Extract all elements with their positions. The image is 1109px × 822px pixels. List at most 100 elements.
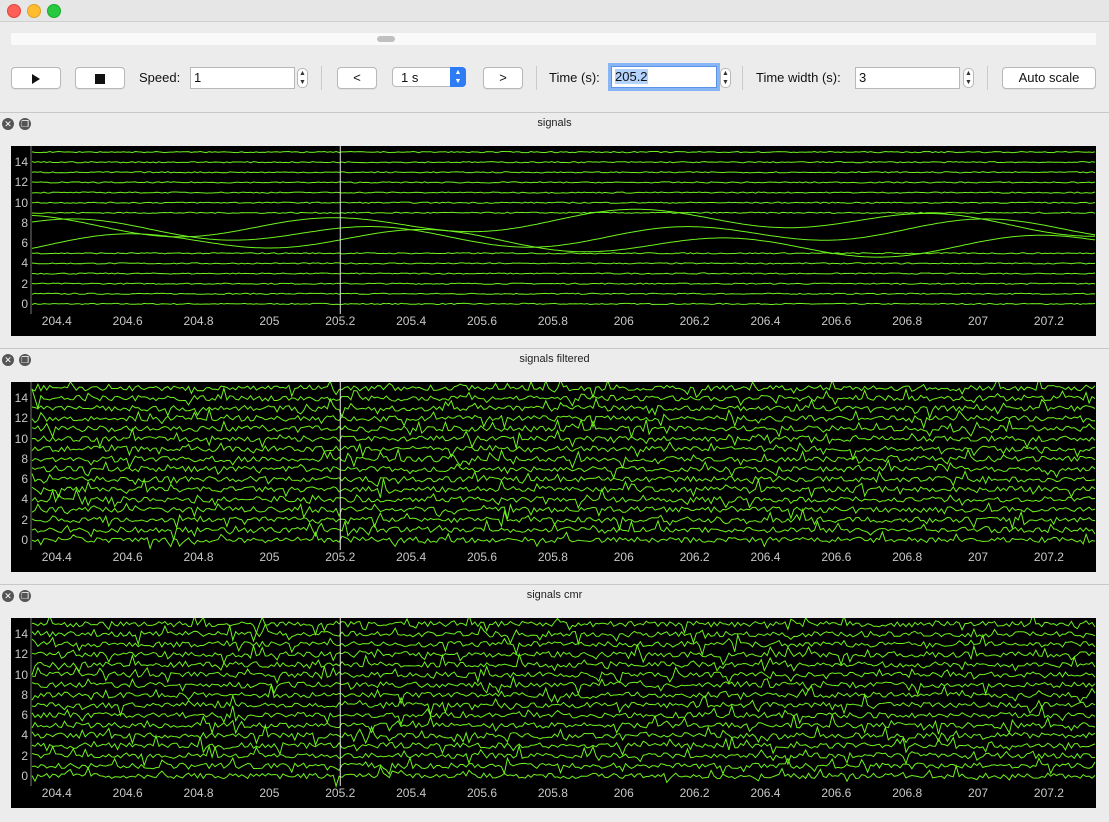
time-scrollbar-thumb[interactable] bbox=[377, 36, 395, 42]
y-tick-label: 10 bbox=[14, 667, 28, 682]
x-tick-label: 205.8 bbox=[537, 314, 568, 328]
x-tick-label: 206.8 bbox=[892, 550, 923, 564]
channel-trace bbox=[31, 181, 1096, 184]
dock-header-signals-cmr: ✕ ❐ signals cmr bbox=[0, 584, 1109, 607]
channel-trace bbox=[31, 418, 1096, 439]
channel-trace bbox=[31, 427, 1096, 449]
channel-trace bbox=[31, 397, 1096, 420]
dock-title: signals cmr bbox=[526, 589, 583, 601]
y-tick-label: 6 bbox=[21, 472, 28, 487]
channel-trace bbox=[31, 211, 1096, 214]
y-tick-label: 14 bbox=[14, 155, 28, 170]
channel-trace bbox=[31, 218, 1096, 248]
y-tick-label: 8 bbox=[21, 215, 28, 230]
channel-trace bbox=[31, 382, 1096, 400]
x-tick-label: 205.2 bbox=[325, 314, 356, 328]
x-tick-label: 205.4 bbox=[396, 550, 427, 564]
channel-trace bbox=[31, 470, 1096, 488]
y-tick-label: 2 bbox=[21, 748, 28, 763]
channel-trace bbox=[31, 764, 1096, 789]
toolbar-separator bbox=[321, 66, 322, 90]
channel-trace bbox=[31, 487, 1096, 510]
speed-stepper[interactable]: ▲ ▼ bbox=[297, 68, 308, 88]
x-tick-label: 204.4 bbox=[41, 550, 72, 564]
x-tick-label: 205.2 bbox=[325, 550, 356, 564]
channel-trace bbox=[31, 623, 1096, 646]
x-tick-label: 204.6 bbox=[112, 550, 143, 564]
window-minimize-button[interactable] bbox=[27, 4, 41, 18]
time-value: 205.2 bbox=[615, 69, 648, 84]
x-tick-label: 205.6 bbox=[466, 550, 498, 564]
time-width-label: Time width (s): bbox=[756, 70, 841, 85]
channel-trace bbox=[31, 447, 1096, 470]
x-tick-label: 207.2 bbox=[1033, 550, 1064, 564]
channel-trace bbox=[31, 161, 1096, 164]
channel-trace bbox=[31, 530, 1096, 550]
x-tick-label: 206.4 bbox=[750, 314, 781, 328]
x-tick-label: 206.4 bbox=[750, 550, 781, 564]
channel-trace bbox=[31, 282, 1096, 285]
y-tick-label: 14 bbox=[14, 391, 28, 406]
plot-signals-cmr[interactable]: 14 12 10 8 6 4 2 0 204.4 204.6 204.8 205 205.2 205.4 2… bbox=[11, 618, 1096, 808]
x-tick-label: 207 bbox=[968, 550, 989, 564]
x-tick-label: 206.8 bbox=[892, 314, 923, 328]
stop-button[interactable] bbox=[75, 67, 125, 89]
x-tick-label: 207 bbox=[968, 786, 989, 800]
x-tick-label: 205 bbox=[259, 786, 280, 800]
x-tick-label: 204.8 bbox=[183, 786, 214, 800]
y-tick-label: 0 bbox=[21, 768, 28, 783]
y-tick-label: 12 bbox=[14, 175, 28, 190]
play-icon bbox=[32, 73, 40, 84]
x-tick-label: 206 bbox=[613, 786, 634, 800]
next-step-button[interactable]: > bbox=[483, 67, 523, 89]
toolbar-separator bbox=[742, 66, 743, 90]
channel-trace bbox=[31, 272, 1096, 275]
plot-signals-filtered[interactable]: 14 12 10 8 6 4 2 0 204.4 204.6 204.8 205 205.2 205.4 2… bbox=[11, 382, 1096, 572]
y-tick-label: 2 bbox=[21, 512, 28, 527]
step-size-value: 1 s bbox=[401, 70, 419, 85]
y-tick-label: 0 bbox=[21, 532, 28, 547]
prev-step-button[interactable]: < bbox=[337, 67, 377, 89]
y-tick-label: 12 bbox=[14, 411, 28, 426]
y-tick-label: 4 bbox=[21, 492, 28, 507]
window-titlebar bbox=[0, 0, 1109, 22]
x-tick-label: 204.4 bbox=[41, 314, 72, 328]
stop-icon bbox=[95, 73, 105, 84]
y-tick-label: 2 bbox=[21, 276, 28, 291]
auto-scale-button[interactable]: Auto scale bbox=[1002, 67, 1096, 89]
x-tick-label: 205.4 bbox=[396, 314, 427, 328]
time-width-stepper[interactable]: ▲ ▼ bbox=[963, 68, 974, 88]
dock-header-signals: ✕ ❐ signals bbox=[0, 112, 1109, 135]
time-input[interactable]: 205.2 bbox=[608, 63, 720, 91]
y-tick-label: 12 bbox=[14, 647, 28, 662]
channel-trace bbox=[31, 501, 1096, 521]
x-tick-label: 204.8 bbox=[183, 550, 214, 564]
time-scrollbar[interactable] bbox=[11, 33, 1096, 45]
dock-title: signals bbox=[537, 117, 572, 129]
window-zoom-button[interactable] bbox=[47, 4, 61, 18]
x-tick-label: 205.4 bbox=[396, 786, 427, 800]
y-tick-label: 0 bbox=[21, 296, 28, 311]
play-button[interactable] bbox=[11, 67, 61, 89]
speed-input[interactable]: 1 bbox=[190, 67, 295, 89]
toolbar-separator bbox=[987, 66, 988, 90]
channel-trace bbox=[31, 675, 1096, 696]
step-size-select[interactable]: 1 s ▲ ▼ bbox=[392, 67, 466, 87]
y-tick-label: 10 bbox=[14, 431, 28, 446]
channel-trace bbox=[31, 458, 1096, 480]
channel-trace bbox=[31, 692, 1096, 718]
time-stepper[interactable]: ▲ ▼ bbox=[720, 68, 731, 88]
channel-trace bbox=[31, 744, 1096, 768]
channel-trace bbox=[31, 507, 1096, 532]
channel-trace bbox=[31, 208, 1095, 238]
x-tick-label: 204.6 bbox=[112, 786, 143, 800]
time-width-input[interactable]: 3 bbox=[855, 67, 960, 89]
x-tick-label: 204.8 bbox=[183, 314, 214, 328]
plot-signals[interactable]: 14 12 10 8 6 4 2 0 204.4 204.6 204.8 205 205.2 205.4 2… bbox=[11, 146, 1096, 336]
channel-trace bbox=[31, 407, 1096, 430]
window-close-button[interactable] bbox=[7, 4, 21, 18]
channel-trace bbox=[31, 664, 1096, 685]
channel-trace bbox=[31, 302, 1096, 306]
channel-trace bbox=[31, 684, 1096, 705]
speed-label: Speed: bbox=[139, 70, 181, 85]
